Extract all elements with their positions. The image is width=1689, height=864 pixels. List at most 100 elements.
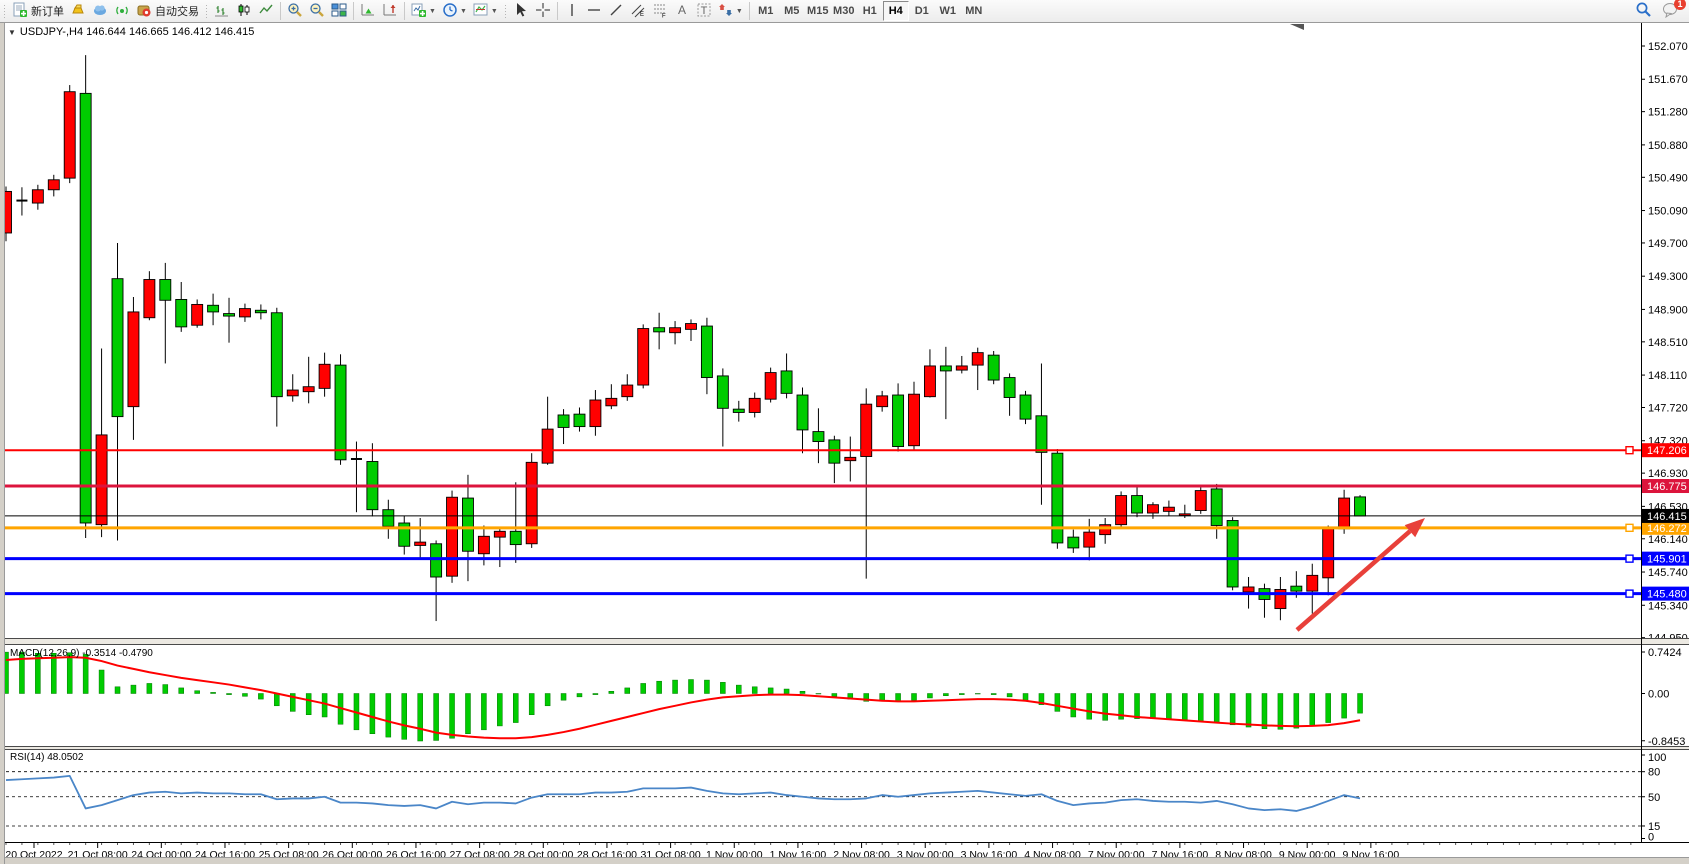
notifications-button[interactable]: 1 (1659, 1, 1683, 21)
candle-bullish (287, 390, 298, 396)
chart-templates-dropdown[interactable]: ▼ (470, 1, 501, 21)
horizontal-line-button[interactable] (583, 1, 605, 21)
shapes-arrows-icon (718, 2, 734, 21)
line-chart-button[interactable] (255, 1, 277, 21)
line-handle[interactable] (1626, 555, 1633, 562)
chart-shift-button[interactable] (379, 1, 401, 21)
price-axis-label: 149.300 (1648, 271, 1688, 283)
timeframe-button-M15[interactable]: M15 (805, 1, 831, 21)
tile-windows-button[interactable] (328, 1, 350, 21)
window-left-frame (0, 23, 5, 864)
macd-histogram-bar (736, 685, 741, 693)
text-button[interactable]: A (671, 1, 693, 21)
candle-bearish (574, 414, 585, 426)
search-button[interactable] (1632, 1, 1655, 21)
timeframe-button-D1[interactable]: D1 (909, 1, 935, 21)
auto-trading-button[interactable]: 自动交易 (133, 1, 202, 21)
macd-histogram-bar (959, 694, 964, 695)
equidistant-channel-button[interactable]: E (627, 1, 649, 21)
candle-bearish (829, 440, 840, 463)
gold-ingot-button[interactable] (67, 1, 89, 21)
macd-histogram-bar (943, 694, 948, 696)
rsi-axis-label: 100 (1648, 752, 1666, 764)
candle-bullish (861, 404, 872, 456)
price-axis-label: 151.280 (1648, 107, 1688, 119)
macd-histogram-bar (768, 688, 773, 694)
signal-icon (114, 2, 130, 21)
candle-bearish (112, 279, 123, 417)
macd-histogram-bar (880, 694, 885, 701)
new-order-button[interactable]: 新订单 (9, 1, 67, 21)
trendline-button[interactable] (605, 1, 627, 21)
macd-histogram-bar (975, 694, 980, 695)
price-axis-label: 149.700 (1648, 238, 1688, 250)
price-line-badge-value: 146.775 (1647, 481, 1687, 493)
candle-bullish (845, 457, 856, 460)
macd-histogram-bar (1278, 694, 1283, 730)
alerts-clock-button[interactable]: ▼ (439, 1, 470, 21)
chart-templates-icon (473, 2, 489, 21)
macd-histogram-bar (1326, 694, 1331, 723)
macd-histogram-bar (625, 688, 630, 694)
signal-button[interactable] (111, 1, 133, 21)
shapes-dropdown[interactable]: ▼ (715, 1, 746, 21)
fibonacci-button[interactable]: F (649, 1, 671, 21)
horizontal-line-icon (586, 2, 602, 21)
candlestick-chart-button[interactable] (233, 1, 255, 21)
cloud-button[interactable] (89, 1, 111, 21)
candle-bullish (1307, 575, 1318, 591)
macd-indicator-label: MACD(12,26,9) -0.3514 -0.4790 (10, 648, 153, 659)
rsi-indicator-label: RSI(14) 48.0502 (10, 752, 83, 763)
macd-histogram-bar (927, 694, 932, 698)
line-handle[interactable] (1626, 590, 1633, 597)
price-chart-canvas[interactable]: 152.070151.670151.280150.880150.490150.0… (0, 23, 1689, 864)
cursor-button[interactable] (510, 1, 532, 21)
price-line-badge-value: 145.901 (1647, 554, 1687, 566)
zoom-in-button[interactable] (284, 1, 306, 21)
candle-bearish (733, 409, 744, 412)
candle-bearish (80, 93, 91, 523)
macd-histogram-bar (688, 680, 693, 694)
candle-bullish (1163, 507, 1174, 511)
price-axis-label: 145.340 (1648, 600, 1688, 612)
macd-histogram-bar (816, 694, 821, 695)
timeframe-button-M30[interactable]: M30 (831, 1, 857, 21)
auto-scroll-button[interactable] (357, 1, 379, 21)
candle-bullish (924, 366, 935, 397)
candle-bullish (909, 394, 920, 446)
zoom-out-button[interactable] (306, 1, 328, 21)
chevron-down-icon: ▼ (491, 8, 498, 15)
new-order-label: 新订单 (31, 3, 64, 19)
timeframe-button-MN[interactable]: MN (961, 1, 987, 21)
macd-histogram-bar (322, 694, 327, 717)
line-handle[interactable] (1626, 447, 1633, 454)
macd-histogram-bar (577, 694, 582, 697)
line-handle[interactable] (1626, 524, 1633, 531)
timeframe-button-H1[interactable]: H1 (857, 1, 883, 21)
candle-bearish (510, 531, 521, 544)
candle-bullish (494, 531, 505, 537)
timeframe-button-W1[interactable]: W1 (935, 1, 961, 21)
vertical-line-button[interactable] (561, 1, 583, 21)
timeframe-button-M5[interactable]: M5 (779, 1, 805, 21)
chart-symbol-header[interactable]: ▼ USDJPY-,H4 146.644 146.665 146.412 146… (8, 26, 254, 38)
candle-bullish (877, 396, 888, 407)
macd-histogram-bar (720, 682, 725, 693)
text-label-button[interactable]: T (693, 1, 715, 21)
main-toolbar: 新订单 自动交易 (0, 0, 1689, 23)
candle-bullish (96, 435, 107, 525)
candle-bullish (590, 400, 601, 427)
candle-bearish (271, 313, 282, 397)
candle-bullish (765, 373, 776, 400)
zoom-out-icon (309, 2, 325, 21)
candle-bearish (335, 365, 346, 460)
macd-histogram-bar (179, 688, 184, 694)
crosshair-button[interactable] (532, 1, 554, 21)
bar-chart-button[interactable] (211, 1, 233, 21)
timeframe-button-H4[interactable]: H4 (883, 1, 909, 21)
timeframe-button-M1[interactable]: M1 (753, 1, 779, 21)
macd-histogram-bar (258, 694, 263, 700)
pane-separator[interactable] (0, 638, 1689, 645)
new-chart-dropdown[interactable]: ▼ (408, 1, 439, 21)
candle-bearish (797, 395, 808, 430)
